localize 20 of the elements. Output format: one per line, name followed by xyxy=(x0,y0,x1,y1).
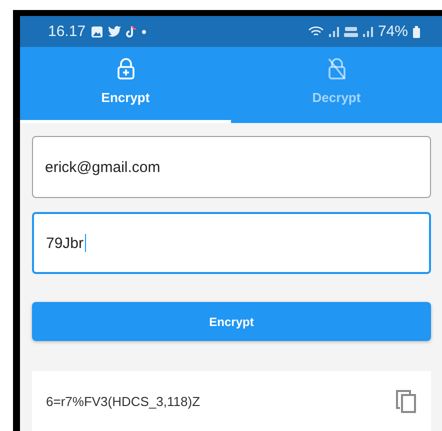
battery-icon xyxy=(413,26,420,38)
lock-off-icon xyxy=(328,58,346,80)
status-time: 16.17 xyxy=(48,23,86,40)
tab[interactable]: Encrypt xyxy=(20,47,231,123)
network-type-icon xyxy=(344,26,358,38)
wifi-icon xyxy=(308,26,324,38)
dot-icon xyxy=(142,30,146,34)
input-field[interactable]: 79Jbr xyxy=(32,212,431,274)
image-icon xyxy=(90,26,103,38)
signal-icon xyxy=(362,26,373,38)
lock-plus-icon xyxy=(116,58,134,80)
signal-icon xyxy=(328,26,339,38)
encrypt-button[interactable]: Encrypt xyxy=(32,302,431,341)
music-note-icon xyxy=(126,25,137,38)
bird-icon xyxy=(108,26,121,38)
input-field[interactable]: erick@gmail.com xyxy=(32,136,431,198)
tab[interactable]: Decrypt xyxy=(231,47,442,123)
copy-icon[interactable] xyxy=(395,389,417,413)
encrypted-text: 6=r7%FV3(HDCS_3,118)Z xyxy=(46,394,200,408)
battery-percentage: 74% xyxy=(378,23,408,40)
